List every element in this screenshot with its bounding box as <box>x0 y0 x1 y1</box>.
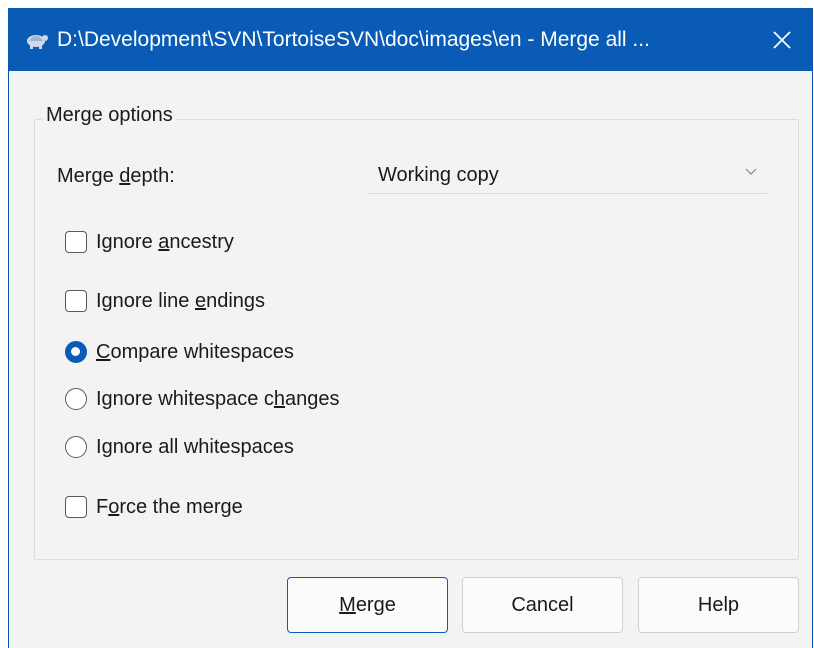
close-button[interactable] <box>752 9 812 71</box>
help-button[interactable]: Help <box>638 577 799 633</box>
tortoise-icon <box>27 35 48 49</box>
ignore-all-whitespaces-label: Ignore all whitespaces <box>96 436 294 458</box>
merge-dialog: D:\Development\SVN\TortoiseSVN\doc\image… <box>8 8 813 648</box>
merge-depth-value: Working copy <box>378 164 499 186</box>
merge-depth-label: Merge depth: <box>57 165 175 187</box>
title-bar[interactable]: D:\Development\SVN\TortoiseSVN\doc\image… <box>9 9 812 71</box>
ignore-whitespace-changes-radio-dot[interactable] <box>65 388 87 410</box>
window-title: D:\Development\SVN\TortoiseSVN\doc\image… <box>57 28 650 51</box>
ignore-line-endings-label: Ignore line endings <box>96 290 266 312</box>
force-merge-checkbox[interactable]: Force the merge <box>65 493 243 521</box>
ignore-line-endings-box[interactable] <box>65 290 87 312</box>
ignore-line-endings-checkbox[interactable]: Ignore line endings <box>65 287 265 315</box>
force-merge-label: Force the merge <box>96 496 243 518</box>
compare-whitespaces-radio-dot[interactable] <box>65 341 87 363</box>
force-merge-box[interactable] <box>65 496 87 518</box>
merge-button[interactable]: Merge <box>287 577 448 633</box>
chevron-down-icon <box>745 168 757 175</box>
cancel-button[interactable]: Cancel <box>462 577 623 633</box>
ignore-all-whitespaces-radio[interactable]: Ignore all whitespaces <box>65 433 294 461</box>
merge-depth-select[interactable]: Working copy <box>367 154 767 194</box>
ignore-ancestry-label: Ignore ancestry <box>96 231 234 253</box>
compare-whitespaces-radio[interactable]: Compare whitespaces <box>65 338 294 366</box>
ignore-ancestry-box[interactable] <box>65 231 87 253</box>
ignore-all-whitespaces-radio-dot[interactable] <box>65 436 87 458</box>
ignore-ancestry-checkbox[interactable]: Ignore ancestry <box>65 228 234 256</box>
close-icon <box>773 31 791 49</box>
merge-options-title: Merge options <box>42 103 177 127</box>
ignore-whitespace-changes-radio[interactable]: Ignore whitespace changes <box>65 385 340 413</box>
ignore-whitespace-changes-label: Ignore whitespace changes <box>96 388 340 410</box>
compare-whitespaces-label: Compare whitespaces <box>96 341 294 363</box>
